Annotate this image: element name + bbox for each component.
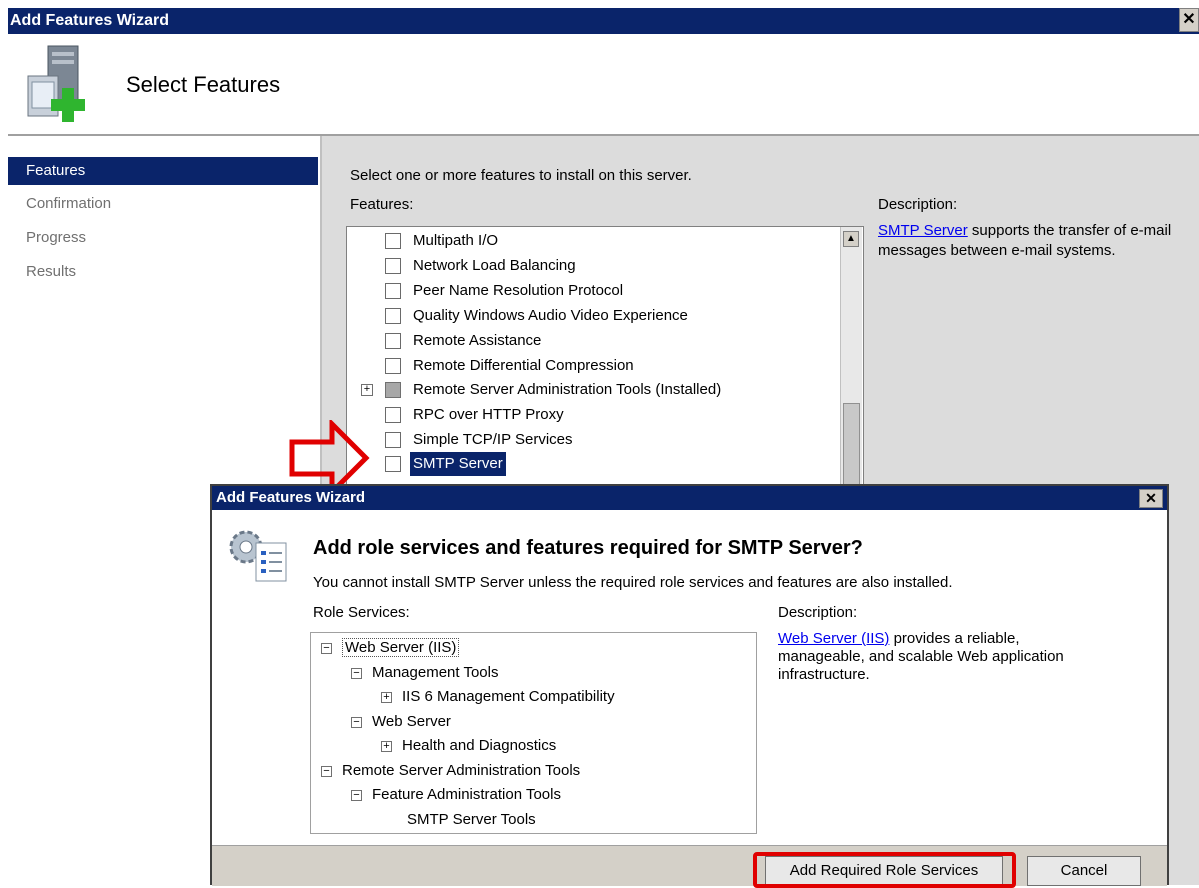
scroll-up-icon[interactable]: ▲: [843, 231, 859, 247]
expand-icon[interactable]: +: [381, 740, 392, 752]
checkbox[interactable]: [385, 382, 401, 398]
collapse-icon[interactable]: −: [351, 716, 362, 728]
checkbox[interactable]: [385, 358, 401, 374]
checkbox[interactable]: [385, 407, 401, 423]
tree-node[interactable]: + Health and Diagnostics: [381, 733, 556, 758]
checkbox[interactable]: [385, 258, 401, 274]
web-server-iis-link[interactable]: Web Server (IIS): [778, 630, 889, 647]
instruction-text: Select one or more features to install o…: [350, 167, 692, 184]
wizard-header: Select Features: [8, 34, 1199, 136]
collapse-icon[interactable]: −: [321, 642, 332, 654]
role-services-tree[interactable]: − Web Server (IIS) − Management Tools + IIS…: [310, 632, 757, 834]
checkbox[interactable]: [385, 308, 401, 324]
expand-icon[interactable]: +: [381, 691, 392, 703]
features-label: Features:: [350, 196, 414, 213]
feature-description: SMTP Server supports the transfer of e-m…: [878, 221, 1178, 261]
tree-node[interactable]: − Web Server: [351, 709, 451, 734]
role-services-label: Role Services:: [313, 604, 410, 621]
dialog-footer: [212, 845, 1167, 886]
checkbox[interactable]: [385, 233, 401, 249]
tree-node[interactable]: − Management Tools: [351, 660, 498, 685]
window-titlebar: Add Features Wizard: [8, 8, 1199, 34]
dialog-description-label: Description:: [778, 604, 858, 621]
dialog-title: Add Features Wizard: [216, 489, 366, 506]
server-add-icon: [27, 45, 85, 122]
tree-node[interactable]: − Web Server (IIS): [321, 635, 460, 660]
dialog-message: You cannot install SMTP Server unless th…: [313, 574, 953, 591]
sidebar-item-features[interactable]: Features: [8, 157, 318, 185]
checkbox[interactable]: [385, 283, 401, 299]
features-list[interactable]: Multipath I/O Network Load Balancing Pee…: [346, 226, 864, 490]
settings-document-icon: [229, 530, 287, 582]
dialog-question: Add role services and features required …: [313, 537, 863, 559]
expand-icon[interactable]: +: [361, 384, 373, 396]
dialog-description: Web Server (IIS) provides a reliable, ma…: [778, 630, 1108, 684]
scroll-thumb[interactable]: [843, 403, 860, 487]
cancel-button[interactable]: Cancel: [1027, 856, 1141, 886]
sidebar-item-confirmation[interactable]: Confirmation: [8, 190, 318, 218]
tree-node[interactable]: − Remote Server Administration Tools: [321, 758, 580, 783]
collapse-icon[interactable]: −: [351, 789, 362, 801]
checkbox[interactable]: [385, 456, 401, 472]
window-title: Add Features Wizard: [10, 12, 169, 29]
dialog-titlebar: Add Features Wizard: [212, 486, 1167, 510]
sidebar-item-results[interactable]: Results: [8, 258, 318, 286]
annotation-highlight-box: [753, 852, 1016, 888]
page-title: Select Features: [126, 72, 281, 97]
smtp-server-link[interactable]: SMTP Server: [878, 222, 968, 239]
features-scrollbar[interactable]: ▲: [840, 227, 862, 487]
window-close-button[interactable]: ✕: [1179, 8, 1199, 32]
tree-node[interactable]: SMTP Server Tools: [407, 807, 536, 832]
checkbox[interactable]: [385, 333, 401, 349]
tree-node[interactable]: + IIS 6 Management Compatibility: [381, 684, 615, 709]
sidebar-item-progress[interactable]: Progress: [8, 224, 318, 252]
checkbox[interactable]: [385, 432, 401, 448]
collapse-icon[interactable]: −: [351, 667, 362, 679]
tree-node[interactable]: − Feature Administration Tools: [351, 782, 561, 807]
collapse-icon[interactable]: −: [321, 765, 332, 777]
dialog-close-button[interactable]: ✕: [1139, 489, 1163, 508]
description-label: Description:: [878, 196, 958, 213]
